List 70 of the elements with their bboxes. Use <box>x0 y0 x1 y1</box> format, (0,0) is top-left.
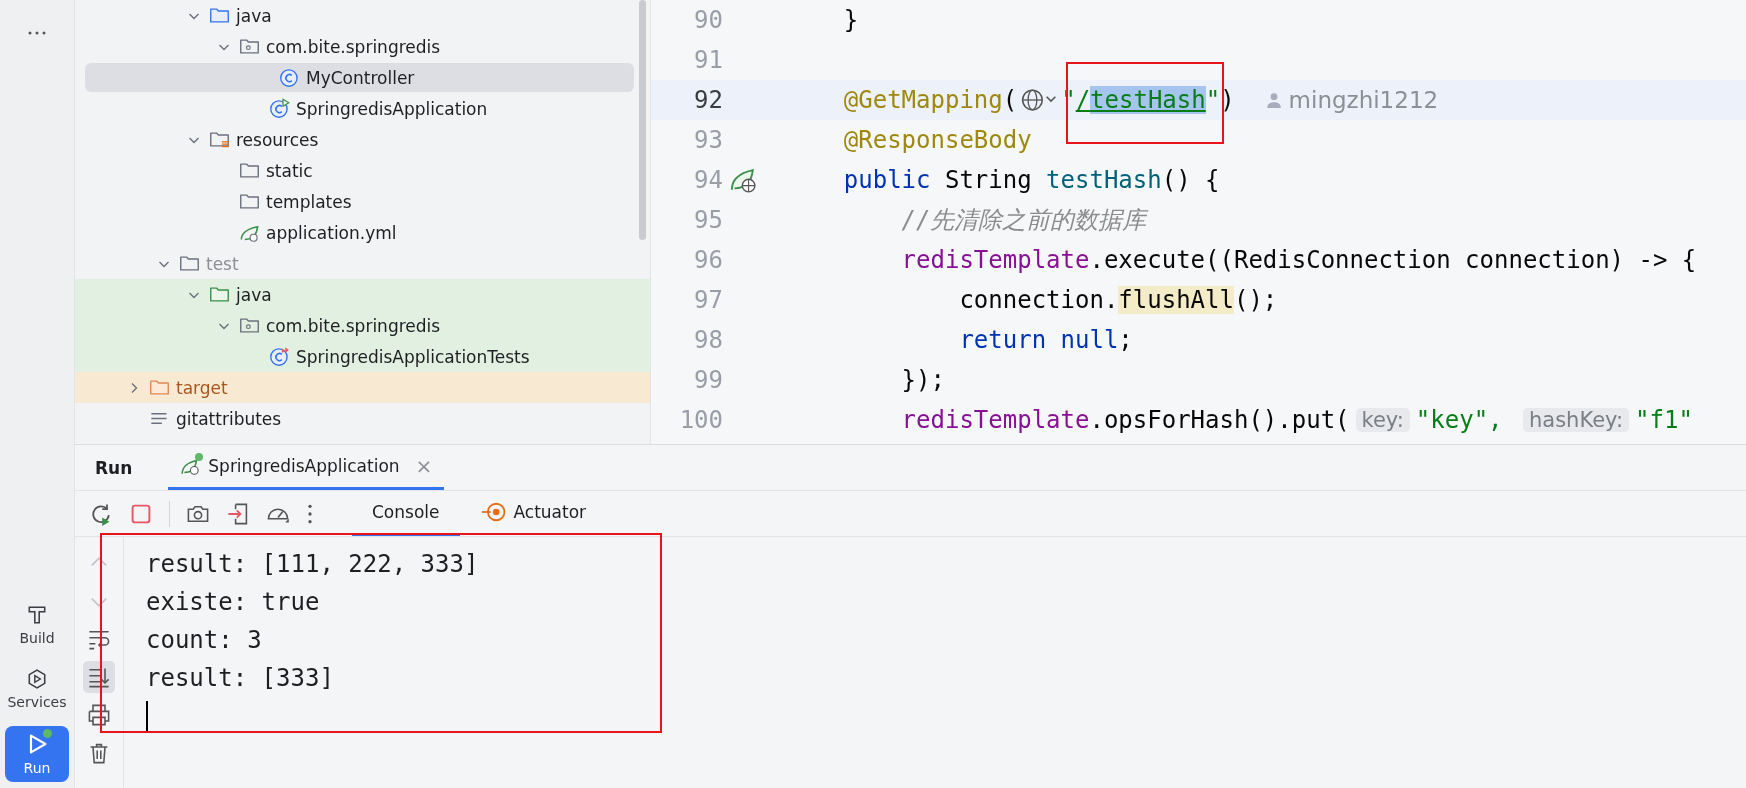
folder-icon <box>179 253 200 274</box>
console-tab[interactable]: Console <box>352 491 460 537</box>
console-line: existe: true <box>146 587 321 619</box>
folder-icon <box>239 160 260 181</box>
code-text: //先清除之前的数据库 <box>900 205 1147 236</box>
line-number: 93 <box>693 126 723 154</box>
tree-item[interactable]: application.yml <box>75 218 634 247</box>
actuator-tab[interactable]: Actuator <box>459 491 607 537</box>
class-run-icon <box>269 98 290 119</box>
tree-item[interactable]: gitattributes <box>75 404 634 433</box>
line-number: 95 <box>693 206 723 234</box>
code-text: }); <box>900 366 945 394</box>
resource-folder-icon <box>209 129 230 150</box>
code-text: @GetMapping( <box>842 86 1018 114</box>
run-config-tab[interactable]: SpringredisApplication × <box>168 445 445 491</box>
code-text: "key", <box>1415 406 1504 434</box>
line-number: 92 <box>693 86 723 114</box>
leaf-globe-icon[interactable] <box>729 166 757 194</box>
line-number: 100 <box>678 406 723 434</box>
build-button[interactable]: Build <box>5 598 69 652</box>
more-icon[interactable] <box>27 30 47 36</box>
tree-item[interactable]: com.bite.springredis <box>75 32 634 61</box>
folder-icon <box>209 284 230 305</box>
folder-icon <box>209 5 230 26</box>
code-text: connection.flushAll(); <box>958 286 1278 314</box>
code-text: public String testHash() { <box>842 166 1220 194</box>
scrollbar-thumb[interactable] <box>639 0 646 240</box>
exit-arrow-icon[interactable] <box>226 501 250 526</box>
panel-title: Run <box>95 457 133 478</box>
line-number: 99 <box>693 366 723 394</box>
tree-item[interactable]: MyController <box>85 63 634 92</box>
tree-item[interactable]: SpringredisApplication <box>75 94 634 123</box>
class-test-icon <box>269 346 290 367</box>
code-text: "f1" <box>1635 406 1693 434</box>
run-button[interactable]: Run <box>5 726 69 782</box>
tree-item[interactable]: resources <box>75 125 634 154</box>
line-number: 98 <box>693 326 723 354</box>
package-icon <box>239 315 260 336</box>
person-icon <box>1264 91 1283 109</box>
folder-icon <box>239 191 260 212</box>
target-icon <box>479 501 508 524</box>
hammer-icon <box>26 604 48 626</box>
line-number: 91 <box>693 46 723 74</box>
code-text: return null; <box>958 326 1133 354</box>
rerun-icon[interactable] <box>89 501 113 526</box>
services-button[interactable]: Services <box>5 662 69 716</box>
folder-icon <box>149 377 170 398</box>
parameter-hint: hashKey: <box>1523 408 1630 432</box>
console-line: count: 3 <box>146 625 263 657</box>
package-icon <box>239 36 260 57</box>
code-text: @ResponseBody <box>842 126 1032 154</box>
line-number: 97 <box>693 286 723 314</box>
play-hexagon-icon <box>26 668 48 690</box>
line-number: 90 <box>693 6 723 34</box>
scroll-to-end-icon[interactable] <box>83 661 115 694</box>
code-text: redisTemplate.opsForHash().put( <box>900 406 1350 434</box>
console-line: result: [333] <box>146 663 335 695</box>
tree-item[interactable]: java <box>75 1 634 30</box>
leaf-run-icon <box>180 455 203 478</box>
text-cursor <box>146 701 148 732</box>
parameter-hint: key: <box>1355 408 1410 432</box>
code-text: redisTemplate.execute((RedisConnection connection) -> { <box>900 246 1697 274</box>
line-number: 96 <box>693 246 723 274</box>
class-icon <box>279 67 300 88</box>
code-text: } <box>842 6 859 34</box>
tree-item[interactable]: templates <box>75 187 634 216</box>
more-icon[interactable] <box>306 502 314 525</box>
console-line: result: [111, 222, 333] <box>146 549 479 581</box>
line-number: 94 <box>693 166 723 194</box>
tree-item[interactable]: static <box>75 156 634 185</box>
